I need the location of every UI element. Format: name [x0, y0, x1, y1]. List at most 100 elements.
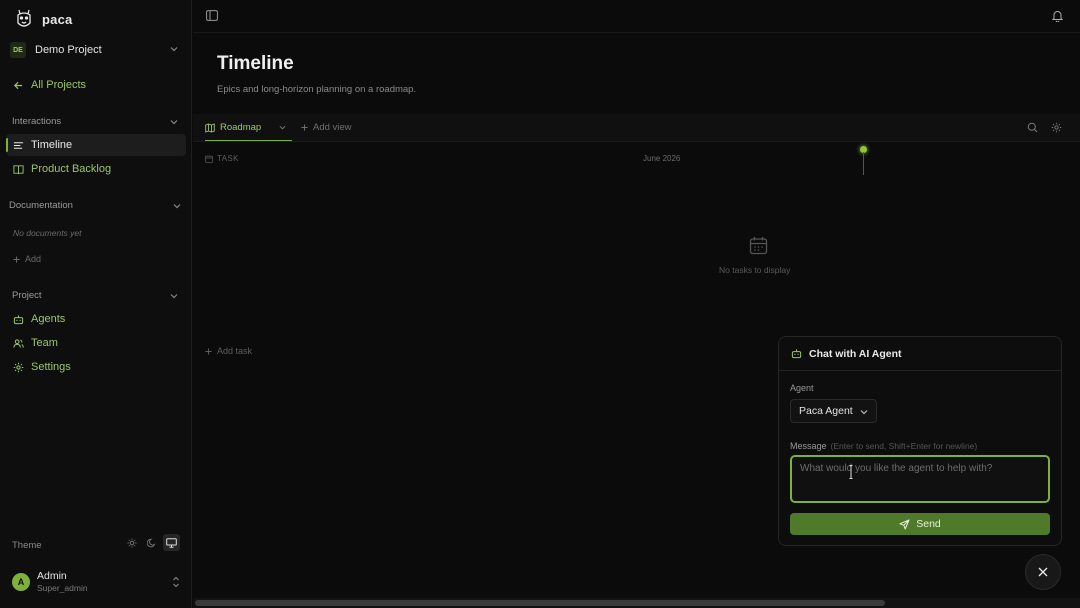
user-role: Super_admin — [37, 583, 88, 593]
task-column-label: TASK — [217, 154, 239, 163]
sidebar-item-product-backlog[interactable]: Product Backlog — [6, 158, 186, 180]
chevrons-up-down-icon — [173, 576, 179, 588]
gear-icon[interactable] — [1051, 122, 1062, 133]
text-cursor-icon — [849, 465, 853, 479]
message-input[interactable] — [790, 455, 1050, 503]
project-badge: DE — [10, 42, 26, 58]
view-bar: Roadmap Add view — [193, 114, 1080, 142]
sidebar-item-settings[interactable]: Settings — [6, 356, 186, 378]
chevron-down-icon — [170, 294, 178, 299]
gear-icon — [13, 362, 24, 372]
send-label: Send — [916, 518, 941, 530]
active-tab-indicator — [205, 140, 292, 141]
project-switcher[interactable]: DE Demo Project — [10, 40, 182, 60]
page-title: Timeline — [217, 53, 294, 74]
bot-icon — [791, 349, 802, 359]
sidebar-item-agents[interactable]: Agents — [6, 308, 186, 330]
theme-switcher: Theme — [12, 534, 182, 554]
users-icon — [13, 338, 24, 348]
top-bar — [193, 0, 1080, 33]
sidebar-item-label: Timeline — [31, 139, 73, 151]
month-header: June 2026 — [643, 154, 681, 163]
book-icon — [13, 164, 24, 174]
sidebar-item-label: Product Backlog — [31, 163, 112, 175]
task-column-header: TASK — [205, 154, 239, 163]
bot-icon — [13, 314, 24, 324]
sidebar-toggle-icon[interactable] — [206, 10, 218, 21]
agent-select[interactable]: Paca Agent — [790, 399, 877, 423]
add-view-button[interactable]: Add view — [301, 122, 352, 133]
sidebar-item-team[interactable]: Team — [6, 332, 186, 354]
add-task-button[interactable]: Add task — [205, 346, 252, 356]
add-document-button[interactable]: Add — [13, 254, 41, 264]
moon-icon — [146, 538, 156, 547]
project-name: Demo Project — [35, 44, 102, 56]
app-logo[interactable]: paca — [14, 8, 72, 30]
list-icon — [13, 141, 24, 149]
add-view-label: Add view — [313, 122, 352, 133]
send-button[interactable]: Send — [790, 513, 1050, 535]
chat-header: Chat with AI Agent — [779, 337, 1061, 371]
section-interactions-title: Interactions — [12, 116, 62, 127]
send-icon — [899, 519, 910, 529]
chevron-down-icon[interactable] — [279, 124, 286, 131]
sidebar: paca DE Demo Project All Projects Intera… — [0, 0, 192, 608]
add-document-label: Add — [25, 254, 42, 264]
theme-system-button[interactable] — [163, 534, 180, 551]
close-icon — [1038, 567, 1048, 577]
section-documentation[interactable]: Documentation — [9, 200, 183, 211]
theme-dark-button[interactable] — [143, 534, 160, 551]
chevron-down-icon — [173, 204, 181, 209]
message-label-row: Message (Enter to send, Shift+Enter for n… — [790, 441, 977, 451]
chevron-down-icon — [860, 410, 868, 415]
bell-icon[interactable] — [1052, 10, 1063, 22]
calendar-icon — [749, 237, 768, 255]
section-project-title: Project — [12, 290, 42, 301]
add-task-label: Add task — [217, 346, 253, 356]
chevron-down-icon — [170, 47, 178, 52]
sidebar-item-timeline[interactable]: Timeline — [6, 134, 186, 156]
no-documents-text: No documents yet — [13, 228, 82, 238]
section-documentation-title: Documentation — [9, 200, 73, 211]
plus-icon — [301, 124, 308, 131]
message-hint: (Enter to send, Shift+Enter for newline) — [830, 441, 978, 451]
tab-roadmap[interactable]: Roadmap — [205, 114, 267, 141]
close-chat-button[interactable] — [1025, 554, 1061, 590]
app-name: paca — [42, 11, 73, 27]
empty-state-text: No tasks to display — [719, 265, 791, 275]
avatar: A — [12, 573, 30, 591]
all-projects-link[interactable]: All Projects — [13, 79, 86, 91]
user-name: Admin — [37, 570, 67, 582]
message-label: Message — [790, 441, 827, 451]
page-subtitle: Epics and long-horizon planning on a roa… — [217, 84, 417, 95]
today-line — [863, 152, 864, 175]
chevron-down-icon — [170, 120, 178, 125]
search-icon[interactable] — [1027, 122, 1038, 133]
sidebar-item-label: Agents — [31, 313, 66, 325]
all-projects-label: All Projects — [31, 79, 87, 91]
chat-panel: Chat with AI Agent Agent Paca Agent Mess… — [778, 336, 1062, 546]
theme-options — [123, 534, 180, 551]
theme-label: Theme — [12, 539, 42, 551]
user-info: Admin Super_admin — [37, 570, 88, 594]
sidebar-item-label: Settings — [31, 361, 71, 373]
plus-icon — [13, 255, 20, 263]
plus-icon — [205, 347, 212, 355]
theme-light-button[interactable] — [123, 534, 140, 551]
scrollbar-thumb[interactable] — [195, 600, 885, 606]
chat-title: Chat with AI Agent — [809, 347, 902, 360]
user-menu[interactable]: A Admin Super_admin — [12, 570, 182, 594]
section-project[interactable]: Project — [12, 290, 180, 301]
sidebar-item-label: Team — [31, 337, 58, 349]
arrow-left-icon — [13, 81, 23, 89]
monitor-icon — [166, 537, 177, 548]
section-interactions[interactable]: Interactions — [12, 116, 180, 127]
agent-label: Agent — [790, 383, 814, 393]
sun-icon — [127, 538, 136, 547]
agent-select-value: Paca Agent — [799, 405, 853, 417]
horizontal-scrollbar[interactable] — [193, 598, 1080, 608]
calendar-small-icon — [205, 155, 213, 163]
map-icon — [205, 122, 215, 133]
tab-roadmap-label: Roadmap — [220, 122, 262, 133]
alpaca-logo-icon — [17, 9, 31, 27]
